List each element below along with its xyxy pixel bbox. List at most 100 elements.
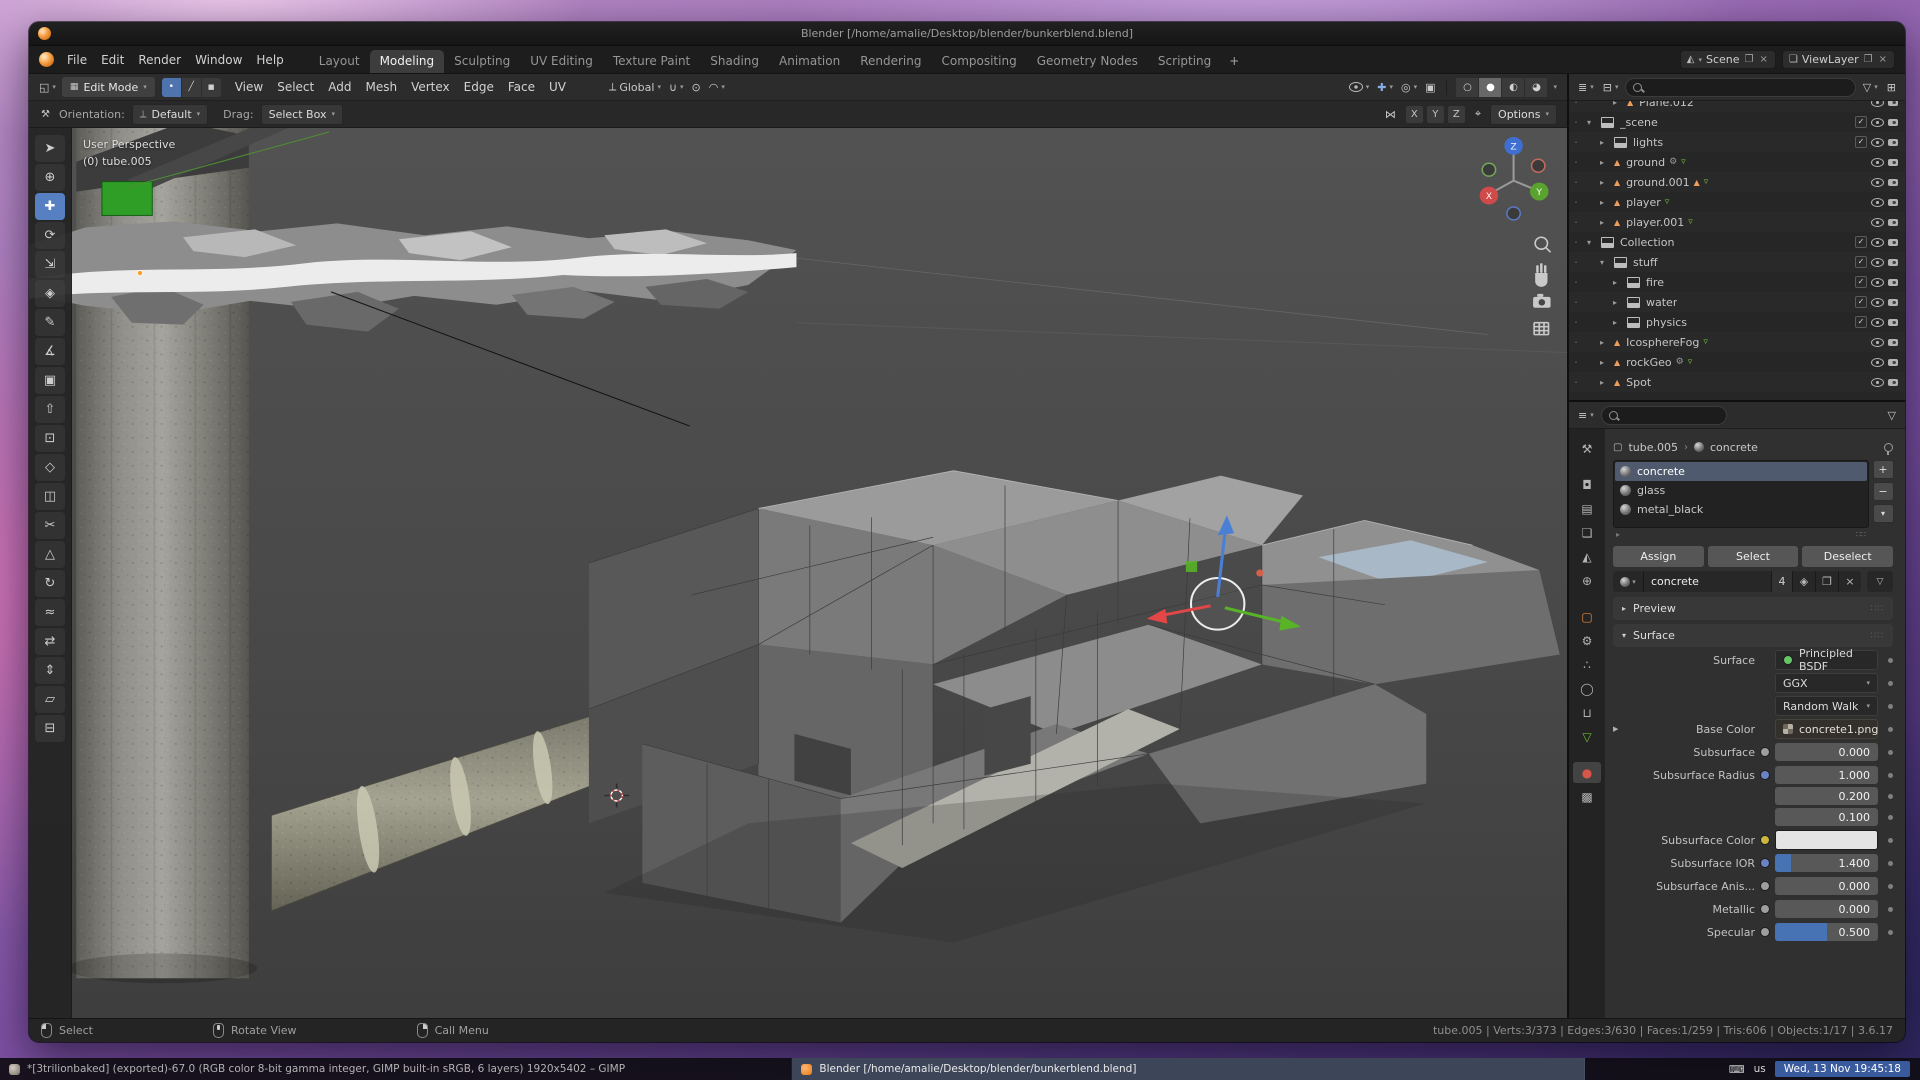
animate-decorator[interactable]	[1888, 930, 1893, 935]
slider-subsurface-anis[interactable]: 0.000	[1775, 877, 1878, 895]
xray-toggle[interactable]: ▣	[1423, 81, 1437, 94]
disable-render-toggle[interactable]	[1888, 279, 1898, 286]
outliner-display-mode-icon[interactable]: ⊟▾	[1601, 81, 1621, 94]
slider-0-100[interactable]: 0.100	[1775, 808, 1878, 826]
outliner-row-scene[interactable]: ·▾_scene✓	[1569, 112, 1905, 132]
menu-render[interactable]: Render	[131, 50, 188, 70]
disable-render-toggle[interactable]	[1888, 119, 1898, 126]
animate-decorator[interactable]	[1888, 681, 1893, 686]
disable-render-toggle[interactable]	[1888, 179, 1898, 186]
preview-panel-header[interactable]: ▸ Preview ∷∷	[1613, 597, 1893, 620]
properties-tab-material[interactable]: ●	[1573, 762, 1601, 783]
select-button[interactable]: Select	[1708, 546, 1799, 567]
viewlayer-selector[interactable]: ❏ ViewLayer ❐ ×	[1782, 50, 1895, 69]
tool-transform[interactable]: ◈	[35, 280, 65, 307]
tool-knife[interactable]: ✂	[35, 512, 65, 539]
disclosure-icon[interactable]: ▸	[1600, 158, 1610, 167]
workspace-tab-geometry-nodes[interactable]: Geometry Nodes	[1027, 50, 1148, 73]
disclosure-icon[interactable]: ▸	[1600, 378, 1610, 387]
outliner-row-stuff[interactable]: ·▾stuff✓	[1569, 252, 1905, 272]
slider-subsurface[interactable]: 0.000	[1775, 743, 1878, 761]
clock[interactable]: Wed, 13 Nov 19:45:18	[1775, 1061, 1910, 1077]
slider-metallic[interactable]: 0.000	[1775, 900, 1878, 918]
menu-window[interactable]: Window	[188, 50, 249, 70]
disclosure-icon[interactable]: ▸	[1600, 198, 1610, 207]
axis-neg-x-ball[interactable]	[1532, 159, 1545, 172]
shader-button[interactable]: Principled BSDF	[1775, 650, 1878, 670]
browse-material-button[interactable]: ▾	[1613, 571, 1644, 592]
disclosure-icon[interactable]: ▸	[1613, 278, 1623, 287]
new-material-button[interactable]: ❐	[1816, 571, 1839, 592]
axis-neg-z-ball[interactable]	[1507, 207, 1520, 220]
tool-inset-faces[interactable]: ⊡	[35, 425, 65, 452]
outliner-row-spot[interactable]: ·▸▲Spot	[1569, 372, 1905, 392]
workspace-tab-shading[interactable]: Shading	[700, 50, 769, 73]
solid-shading-button[interactable]: ●	[1479, 78, 1501, 97]
animate-decorator[interactable]	[1888, 794, 1893, 799]
outliner-search-input[interactable]	[1625, 78, 1855, 97]
properties-tab-scene[interactable]: ◭	[1573, 546, 1601, 567]
hide-viewport-toggle[interactable]	[1871, 218, 1884, 227]
list-expand-icon[interactable]: ▸	[1616, 530, 1620, 539]
overlays-dropdown[interactable]: ◎▾	[1399, 81, 1419, 94]
list-grip-icon[interactable]: ∷∷	[1856, 530, 1866, 539]
color-swatch[interactable]	[1775, 830, 1878, 850]
exclude-checkbox[interactable]: ✓	[1855, 116, 1867, 128]
exclude-checkbox[interactable]: ✓	[1855, 316, 1867, 328]
outliner-row-fire[interactable]: ·▸fire✓	[1569, 272, 1905, 292]
disable-render-toggle[interactable]	[1888, 299, 1898, 306]
proportional-edit-toggle[interactable]: ⊙	[690, 81, 703, 94]
hide-viewport-toggle[interactable]	[1871, 338, 1884, 347]
tool-spin[interactable]: ↻	[35, 570, 65, 597]
workspace-tab-compositing[interactable]: Compositing	[931, 50, 1026, 73]
outliner-row-player-001[interactable]: ·▸▲player.001▿	[1569, 212, 1905, 232]
exclude-checkbox[interactable]: ✓	[1855, 276, 1867, 288]
tool-annotate[interactable]: ✎	[35, 309, 65, 336]
properties-filter-icon[interactable]: ▽	[1886, 409, 1898, 422]
mirror-y-toggle[interactable]: Y	[1426, 105, 1445, 124]
rendered-shading-button[interactable]: ◕	[1525, 78, 1547, 97]
viewport-menu-uv[interactable]: UV	[542, 77, 573, 97]
proportional-falloff-dropdown[interactable]: ◠▾	[707, 81, 727, 94]
workspace-add-button[interactable]: +	[1221, 50, 1247, 73]
material-slot-concrete[interactable]: concrete	[1615, 462, 1867, 481]
drag-value-dropdown[interactable]: Select Box ▾	[261, 104, 343, 125]
3d-viewport[interactable]: Z X Y	[29, 128, 1567, 1018]
disable-render-toggle[interactable]	[1888, 359, 1898, 366]
material-shading-button[interactable]: ◐	[1502, 78, 1524, 97]
animate-decorator[interactable]	[1888, 838, 1893, 843]
properties-tab-tool[interactable]: ⚒	[1573, 438, 1601, 459]
material-slot-list[interactable]: concreteglassmetal_black	[1613, 460, 1869, 528]
hide-viewport-toggle[interactable]	[1871, 318, 1884, 327]
tool-loop-cut[interactable]: ◫	[35, 483, 65, 510]
dropdown-random-walk[interactable]: Random Walk▾	[1775, 696, 1878, 716]
mirror-z-toggle[interactable]: Z	[1447, 105, 1466, 124]
gizmos-dropdown[interactable]: ✚▾	[1375, 81, 1395, 94]
gizmo-plane-handle[interactable]	[1186, 561, 1197, 572]
hide-viewport-toggle[interactable]	[1871, 118, 1884, 127]
animate-decorator[interactable]	[1888, 727, 1893, 732]
outliner-row-player[interactable]: ·▸▲player▿	[1569, 192, 1905, 212]
workspace-tab-rendering[interactable]: Rendering	[850, 50, 931, 73]
hide-viewport-toggle[interactable]	[1871, 358, 1884, 367]
material-slot-glass[interactable]: glass	[1615, 481, 1867, 500]
workspace-tab-uv-editing[interactable]: UV Editing	[520, 50, 603, 73]
properties-tab-object[interactable]: ▢	[1573, 606, 1601, 627]
tool-scale[interactable]: ⇲	[35, 251, 65, 278]
workspace-tab-texture-paint[interactable]: Texture Paint	[603, 50, 700, 73]
remove-slot-button[interactable]: −	[1873, 482, 1894, 501]
taskbar-item-blender[interactable]: Blender [/home/amalie/Desktop/blender/bu…	[792, 1058, 1584, 1080]
copy-viewlayer-button[interactable]: ❐	[1863, 54, 1874, 65]
face-select-button[interactable]: ■	[202, 78, 221, 97]
exclude-checkbox[interactable]: ✓	[1855, 296, 1867, 308]
tool-poly-build[interactable]: △	[35, 541, 65, 568]
tool-move[interactable]: ✚	[35, 193, 65, 220]
breadcrumb-object[interactable]: tube.005	[1628, 441, 1678, 454]
pin-icon[interactable]	[1884, 443, 1893, 452]
new-collection-button[interactable]: ⊞	[1885, 81, 1898, 94]
hide-viewport-toggle[interactable]	[1871, 158, 1884, 167]
properties-tab-render[interactable]: ◘	[1573, 474, 1601, 495]
properties-search-input[interactable]	[1601, 406, 1727, 425]
hide-viewport-toggle[interactable]	[1871, 258, 1884, 267]
viewport-menu-edge[interactable]: Edge	[457, 77, 501, 97]
